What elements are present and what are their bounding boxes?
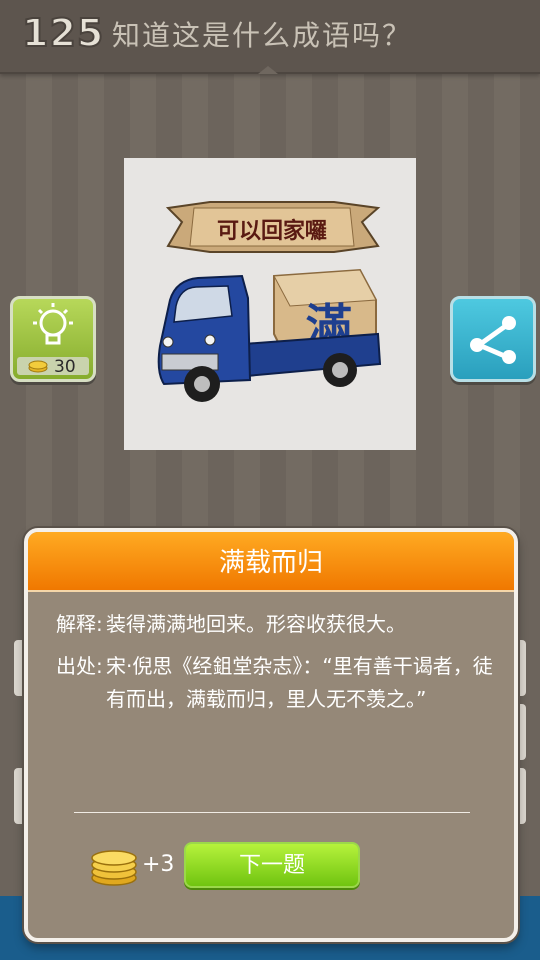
hint-button[interactable] bbox=[10, 296, 96, 382]
explanation-text: 装得满满地回来。形容收获很大。 bbox=[106, 612, 406, 636]
share-button[interactable] bbox=[450, 296, 536, 382]
coin-icon bbox=[28, 360, 48, 373]
top-bar: 125 知道这是什么成语吗？ bbox=[0, 0, 540, 74]
answer-dialog: 满载而归 解释: 装得满满地回来。形容收获很大。 出处: 宋·倪思《经鉏堂杂志》：… bbox=[24, 528, 518, 942]
divider bbox=[74, 812, 470, 813]
hint-cost: 30 bbox=[54, 357, 76, 377]
top-bar-notch bbox=[258, 66, 278, 74]
coin-stack-icon bbox=[91, 850, 137, 886]
puzzle-image: 可以回家囉 滿 bbox=[124, 158, 416, 450]
explanation-label: 解释: bbox=[56, 612, 103, 636]
question-text: 知道这是什么成语吗？ bbox=[112, 19, 413, 52]
source-row: 出处: 宋·倪思《经鉏堂杂志》：“里有善干谒者，徒有而出，满载而归，里人无不羡之… bbox=[56, 650, 496, 716]
banner-text: 可以回家囉 bbox=[217, 218, 327, 244]
dialog-title: 满载而归 bbox=[218, 548, 323, 578]
explanation-row: 解释: 装得满满地回来。形容收获很大。 bbox=[56, 608, 406, 641]
source-text: 宋·倪思《经鉏堂杂志》：“里有善干谒者，徒有而出，满载而归，里人无不羡之。” bbox=[106, 654, 493, 711]
level-number: 125 bbox=[21, 10, 105, 56]
source-label: 出处: bbox=[56, 654, 103, 678]
truck-illustration: 可以回家囉 滿 bbox=[157, 201, 382, 402]
share-icon bbox=[470, 316, 516, 364]
lightbulb-icon bbox=[33, 303, 73, 345]
reward-amount: +3 bbox=[142, 852, 175, 877]
next-question-button[interactable]: 下一题 bbox=[184, 842, 360, 888]
